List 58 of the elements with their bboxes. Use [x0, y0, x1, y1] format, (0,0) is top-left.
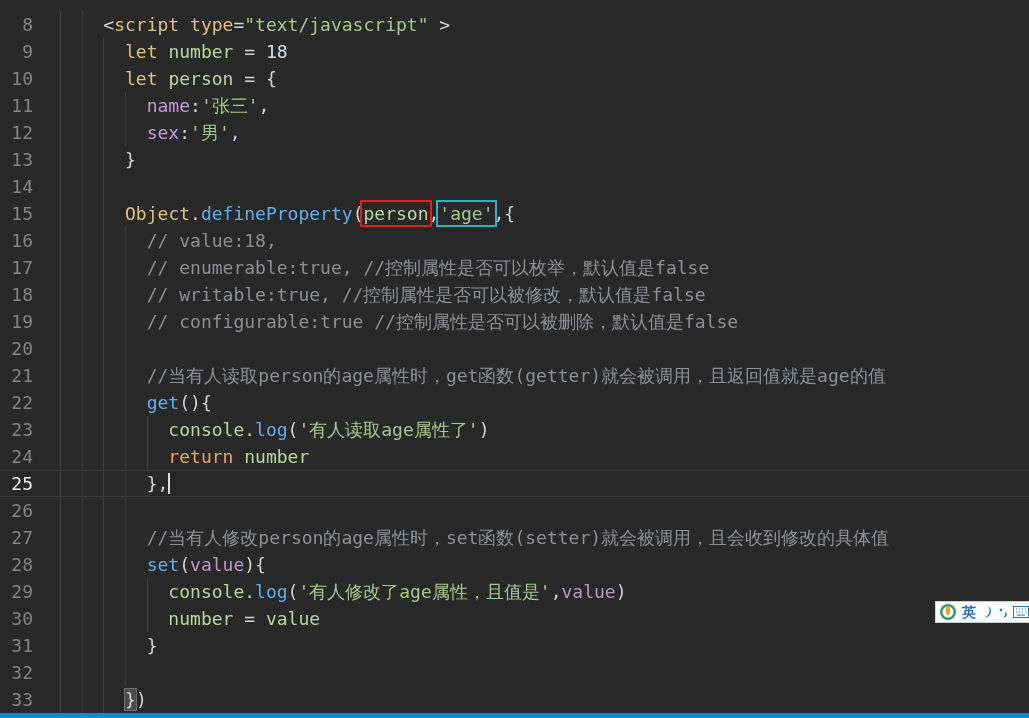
- code-line: set(value){: [145, 553, 266, 577]
- code-line: sex:'男',: [145, 121, 241, 145]
- matched-bracket: }: [125, 689, 136, 710]
- line-number: 13: [10, 148, 33, 172]
- code-line: let person = {: [124, 67, 277, 91]
- code-line: let number = 18: [124, 40, 288, 64]
- code-text: ): [135, 689, 147, 710]
- code-line: name:'张三',: [145, 94, 270, 118]
- line-number: 33: [10, 688, 33, 712]
- code-text: .: [190, 203, 201, 224]
- code-line: return number: [167, 445, 310, 469]
- code-line: //当有人修改person的age属性时，set函数(setter)就会被调用，且会收到修改的具体值: [145, 526, 890, 550]
- line-number: 29: [10, 580, 33, 604]
- line-number: 9: [21, 40, 33, 64]
- code-line: // writable:true, //控制属性是否可以被修改，默认值是false: [145, 283, 706, 307]
- code-text: (: [352, 203, 364, 224]
- code-line: console.log('有人修改了age属性，且值是',value): [167, 580, 627, 604]
- code-line: // enumerable:true, //控制属性是否可以枚举，默认值是false: [145, 256, 710, 280]
- line-number: 27: [10, 526, 33, 550]
- code-text: Object: [125, 203, 191, 224]
- line-number: 11: [10, 94, 33, 118]
- line-number: 20: [10, 337, 33, 361]
- line-number: 22: [10, 391, 33, 415]
- line-number: 28: [10, 553, 33, 577]
- code-line: console.log('有人读取age属性了'): [167, 418, 490, 442]
- line-number: 18: [10, 283, 33, 307]
- input-mode[interactable]: 英: [962, 603, 976, 621]
- code-line: // value:18,: [145, 229, 277, 253]
- line-number: 14: [10, 175, 33, 199]
- line-number: 15: [10, 202, 33, 226]
- code-text: ,: [428, 203, 440, 224]
- line-number: 24: [10, 445, 33, 469]
- line-number: 10: [10, 67, 33, 91]
- keyboard-icon[interactable]: [1013, 606, 1029, 618]
- code-line: },: [145, 472, 169, 496]
- line-number: 30: [10, 607, 33, 631]
- line-number: 21: [10, 364, 33, 388]
- code-line: number = value: [167, 607, 321, 631]
- line-number: 12: [10, 121, 33, 145]
- code-line: // configurable:true //控制属性是否可以被删除，默认值是false: [145, 310, 739, 334]
- highlighted-code: 'age': [439, 203, 494, 224]
- line-number: 25: [10, 472, 33, 496]
- code-line: get(){: [145, 391, 212, 415]
- line-number: 16: [10, 229, 33, 253]
- line-number: 17: [10, 256, 33, 280]
- code-text: ,{: [493, 203, 516, 224]
- code-line: }: [124, 148, 136, 172]
- line-number: 8: [21, 13, 33, 37]
- code-line: }: [145, 634, 158, 658]
- highlighted-code: person: [363, 203, 429, 224]
- line-number: 31: [10, 634, 33, 658]
- line-number: 32: [10, 661, 33, 685]
- code-text: defineProperty: [200, 203, 353, 224]
- line-number: 23: [10, 418, 33, 442]
- code-line: //当有人读取person的age属性时，get函数(getter)就会被调用，且返回值就是age的值: [145, 364, 886, 388]
- line-number: 19: [10, 310, 33, 334]
- line-number: 26: [10, 499, 33, 523]
- code-line: <script type="text/javascript" >: [102, 13, 451, 37]
